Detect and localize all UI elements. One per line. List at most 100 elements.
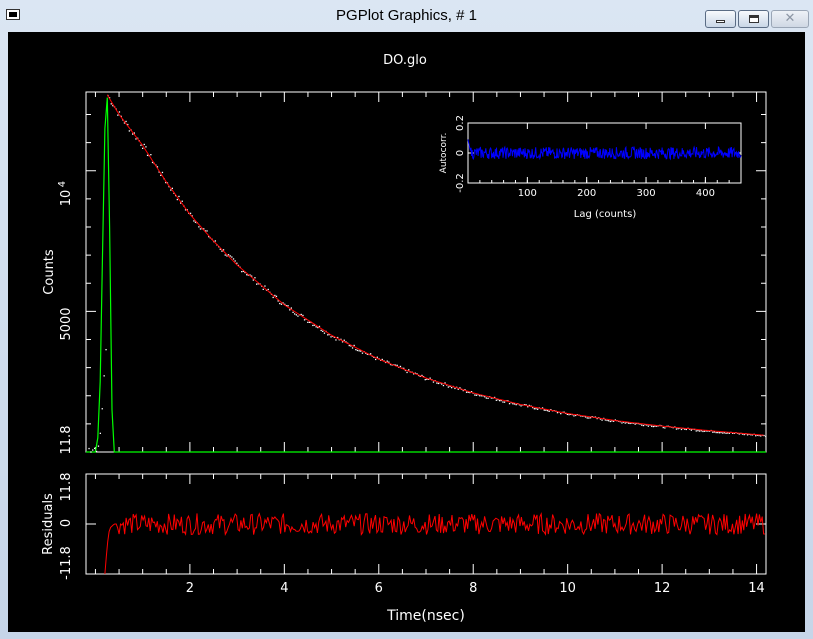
- data-point: [573, 415, 575, 417]
- data-point: [295, 314, 297, 316]
- data-point: [715, 431, 717, 434]
- close-button[interactable]: ✕: [771, 10, 809, 28]
- data-point: [702, 430, 704, 433]
- autocorr-x-label: Lag (counts): [574, 209, 637, 220]
- data-point: [502, 401, 504, 403]
- window-title: PGPlot Graphics, # 1: [336, 7, 477, 24]
- data-point: [181, 200, 183, 202]
- data-point: [647, 425, 649, 427]
- y-tick-exponent: 4: [57, 181, 68, 187]
- autocorr-ticks: 100 200 300 400: [468, 122, 742, 199]
- data-point: [312, 324, 314, 327]
- data-point: [229, 255, 231, 257]
- data-point: [176, 198, 178, 201]
- x-tick-label: 10: [559, 581, 576, 596]
- data-point: [690, 429, 692, 431]
- data-point: [254, 277, 256, 279]
- data-point: [356, 349, 359, 352]
- data-point: [606, 419, 608, 422]
- data-point: [361, 352, 364, 354]
- data-point: [718, 432, 721, 434]
- data-point: [437, 382, 440, 385]
- minimize-button[interactable]: [705, 10, 736, 28]
- residuals-y-label: Residuals: [41, 493, 56, 555]
- pgplot-window: PGPlot Graphics, # 1 ✕ DO.glo Counts 500…: [0, 0, 813, 639]
- decay-plot-frame: [85, 91, 767, 453]
- data-point: [92, 449, 94, 451]
- data-point: [503, 401, 506, 403]
- data-point: [442, 384, 445, 387]
- data-point: [537, 408, 539, 410]
- data-point: [588, 417, 590, 419]
- decay-plot-ticks: [86, 92, 766, 574]
- data-point: [608, 420, 610, 422]
- residuals-ytick-bottom: -11.8: [59, 546, 74, 580]
- data-point: [88, 447, 90, 450]
- data-point: [680, 428, 683, 431]
- data-point: [297, 315, 299, 317]
- data-point: [375, 358, 377, 361]
- chart-title: DO.glo: [383, 53, 427, 68]
- data-point: [246, 274, 248, 276]
- autocorr-x-tick-label: 300: [636, 188, 655, 199]
- autocorr-curve: [467, 139, 742, 161]
- data-point: [320, 329, 322, 332]
- data-point: [307, 321, 309, 323]
- data-point: [315, 326, 317, 328]
- data-point: [275, 295, 278, 297]
- y-axis-min-label: 11.8: [59, 426, 74, 455]
- data-point: [634, 423, 636, 425]
- x-tick-label: 12: [654, 581, 671, 596]
- maximize-button[interactable]: [738, 10, 769, 28]
- data-point: [743, 433, 745, 436]
- data-point: [475, 394, 478, 396]
- title-bar[interactable]: PGPlot Graphics, # 1 ✕: [0, 0, 813, 30]
- minimize-icon: [716, 20, 725, 23]
- data-point: [322, 330, 324, 332]
- data-point: [695, 430, 697, 432]
- data-point: [101, 408, 103, 410]
- data-point: [436, 382, 438, 384]
- data-point: [351, 347, 354, 349]
- x-tick-label: 14: [748, 581, 765, 596]
- autocorr-x-tick-label: 100: [518, 188, 537, 199]
- autocorr-ytick-zero: 0: [455, 150, 466, 156]
- data-point: [543, 409, 545, 411]
- irf-curve: [86, 97, 766, 453]
- data-point: [698, 430, 701, 432]
- data-point: [722, 432, 724, 434]
- data-point: [294, 313, 296, 315]
- data-point: [535, 408, 537, 410]
- data-point: [495, 399, 497, 401]
- data-point: [343, 339, 345, 341]
- data-point: [533, 408, 535, 410]
- data-point: [145, 146, 147, 148]
- data-point: [662, 426, 664, 429]
- autocorrelation-inset: 100 200 300 400 Autocorr. 0.2 0 -0.2 Lag (c…: [439, 115, 742, 220]
- fit-curve: [106, 94, 764, 436]
- data-point: [675, 428, 678, 430]
- data-point: [290, 307, 292, 309]
- data-point: [287, 305, 289, 307]
- data-point: [408, 369, 410, 371]
- x-tick-label: 4: [280, 581, 288, 596]
- data-point: [103, 375, 105, 377]
- data-point: [140, 144, 142, 146]
- data-point: [386, 360, 388, 362]
- data-point: [99, 432, 101, 434]
- data-point: [214, 240, 216, 242]
- data-point: [697, 430, 699, 432]
- data-point: [454, 387, 456, 390]
- decay-plot: DO.glo Counts 5000 10 4 11.8: [42, 53, 767, 574]
- data-point: [703, 430, 706, 432]
- data-point: [717, 431, 719, 434]
- residuals-frame: [85, 473, 767, 575]
- data-point: [499, 400, 501, 402]
- data-point: [651, 425, 653, 427]
- data-point: [327, 334, 329, 336]
- data-point: [355, 349, 357, 351]
- x-tick-label: 8: [469, 581, 477, 596]
- data-point: [429, 377, 431, 379]
- autocorr-ytick-bottom: -0.2: [455, 173, 466, 193]
- data-point: [142, 147, 144, 149]
